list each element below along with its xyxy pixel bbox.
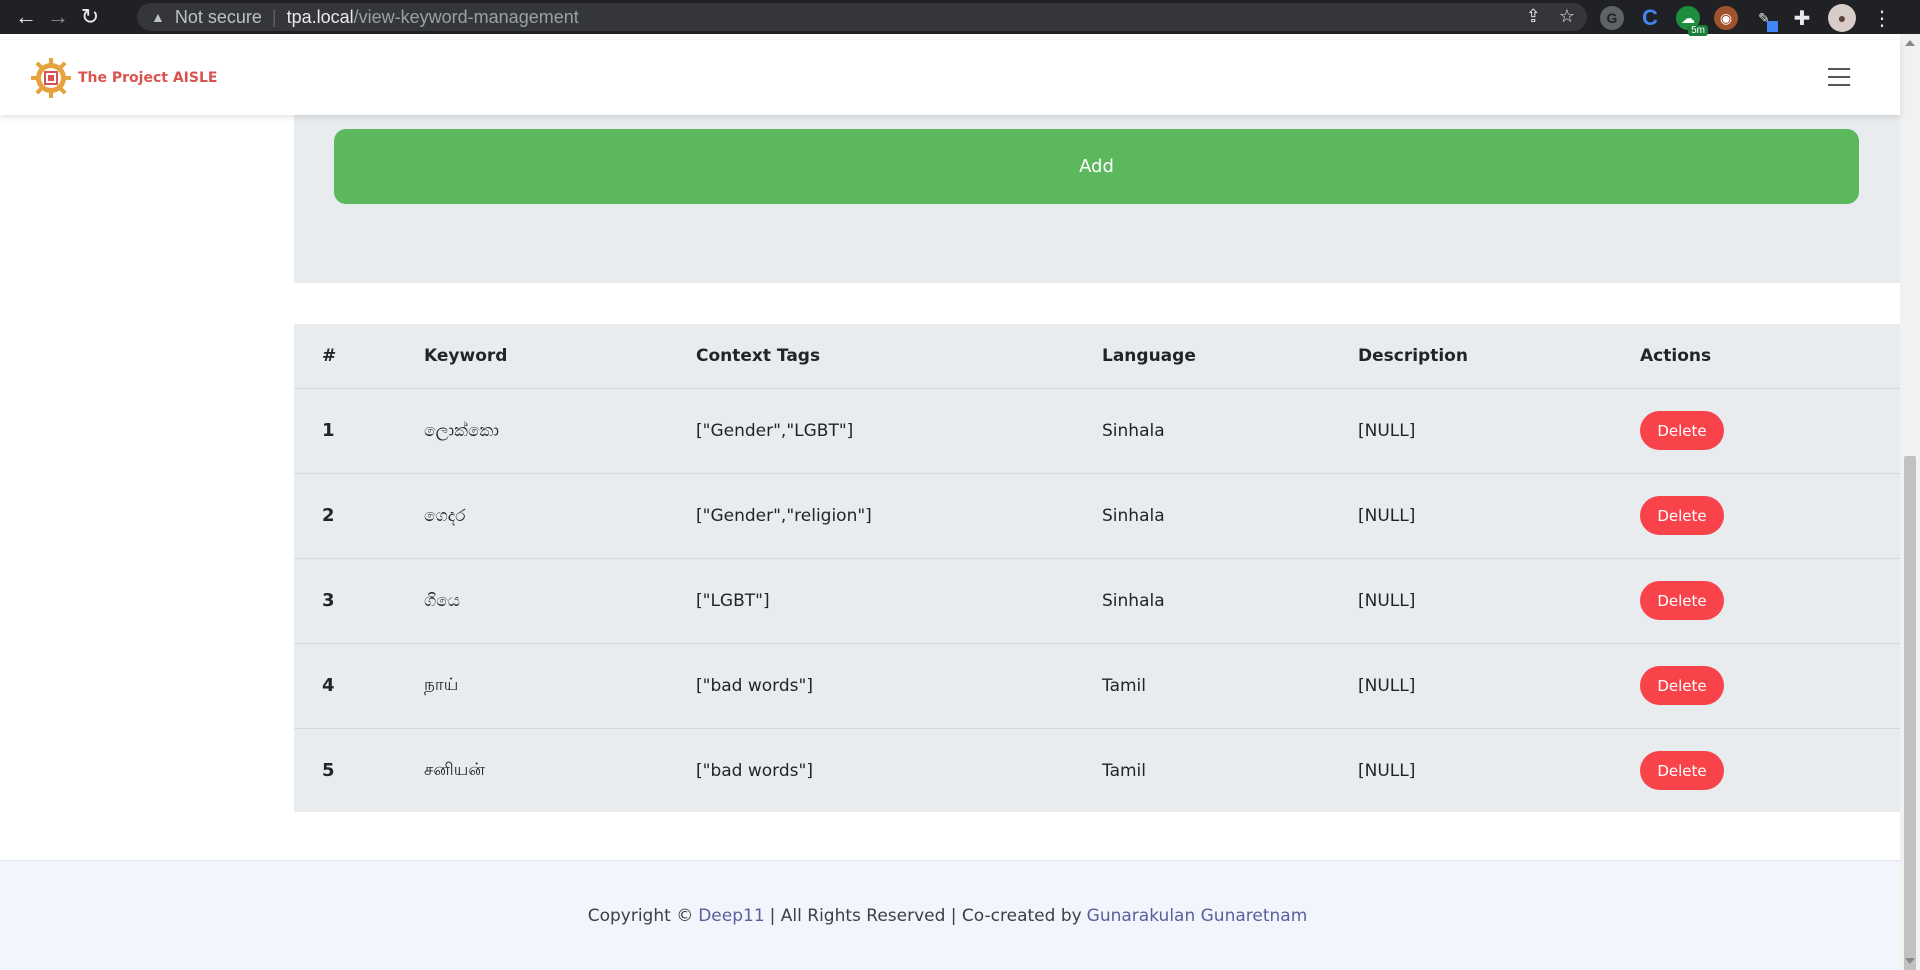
row-description: [NULL] [1358,388,1640,474]
hamburger-menu-icon[interactable] [1828,68,1850,86]
keywords-table: # Keyword Context Tags Language Descript… [294,324,1900,812]
scroll-up-arrow-icon[interactable] [1905,40,1915,46]
pen-extension-icon[interactable]: ✎ [1752,6,1778,32]
row-description: [NULL] [1358,643,1640,729]
extension-badge: 5m [1688,25,1708,36]
omnibox-actions: ⇪ ☆ [1526,6,1575,27]
footer-copyright: Copyright © [587,905,694,926]
kebab-menu-icon[interactable]: ⋮ [1870,6,1894,30]
c-extension-icon[interactable]: C [1638,5,1662,30]
row-number: 2 [294,473,424,559]
row-context-tags: ["LGBT"] [696,558,1102,644]
table-row: 3 ගියෙ ["LGBT"] Sinhala [NULL] Delete [294,558,1900,644]
keyword-form-card: Add [294,106,1900,283]
table-header-row: # Keyword Context Tags Language Descript… [294,324,1900,389]
table-row: 5 சனியன் ["bad words"] Tamil [NULL] Dele… [294,728,1900,813]
row-keyword: ලොක්කො [424,388,696,474]
row-actions-cell: Delete [1640,473,1900,559]
delete-button[interactable]: Delete [1640,581,1724,620]
logo-text: The Project AISLE [78,69,218,86]
row-number: 5 [322,760,335,782]
row-language: Tamil [1102,760,1146,781]
row-actions-cell: Delete [1640,728,1900,813]
column-header-keyword: Keyword [424,324,696,389]
row-language: Tamil [1102,643,1358,729]
grammarly-extension-icon[interactable]: G [1600,6,1624,30]
table-row: 1 ලොක්කො ["Gender","LGBT"] Sinhala [NULL… [294,388,1900,474]
row-context-tags: ["Gender","religion"] [696,473,1102,559]
warning-triangle-icon: ▲ [151,9,165,25]
reload-icon[interactable]: ↻ [74,1,106,33]
delete-button[interactable]: Delete [1640,666,1724,705]
footer-rights-text: | All Rights Reserved | Co-created by [769,905,1082,926]
footer-author-link[interactable]: Gunarakulan Gunaretnam [1087,906,1308,926]
column-header-actions: Actions [1640,324,1900,389]
row-keyword: ගියෙ [424,558,696,644]
row-keyword: நாய் [424,643,696,729]
table-row: 4 நாய் ["bad words"] Tamil [NULL] Delete [294,643,1900,729]
row-keyword: ගෙදර [424,473,696,559]
scroll-down-arrow-icon[interactable] [1905,958,1915,964]
browser-toolbar: ← → ↻ ▲ Not secure | tpa.local/view-keyw… [0,0,1920,36]
forward-arrow-icon[interactable]: → [42,1,74,33]
row-actions-cell: Delete [1640,558,1900,644]
bookmark-star-icon[interactable]: ☆ [1559,6,1575,27]
row-number: 1 [294,388,424,474]
extensions-bar: G C ☁ 5m ◉ ✎ ✚ ● ⋮ [1600,4,1894,36]
row-actions-cell: Delete [1640,643,1900,729]
row-description: [NULL] [1358,558,1640,644]
row-context-tags: ["bad words"] [696,760,813,781]
delete-button[interactable]: Delete [1640,751,1724,791]
delete-button[interactable]: Delete [1640,411,1724,450]
address-bar[interactable]: ▲ Not secure | tpa.local/view-keyword-ma… [137,3,1587,31]
delete-button[interactable]: Delete [1640,496,1724,535]
column-header-language: Language [1102,324,1358,389]
row-keyword: சனியன் [424,759,485,780]
share-icon[interactable]: ⇪ [1526,6,1541,27]
row-number: 3 [294,558,424,644]
page-scrollbar[interactable] [1900,34,1920,970]
footer-company-link[interactable]: Deep11 [698,906,764,926]
row-actions-cell: Delete [1640,388,1900,474]
address-separator: | [271,6,277,27]
row-description: [NULL] [1358,473,1640,559]
row-description: [NULL] [1358,760,1416,781]
row-language: Sinhala [1102,388,1358,474]
row-number: 4 [294,643,424,729]
cloud-extension-icon[interactable]: ☁ 5m [1676,6,1708,36]
table-row: 2 ගෙදර ["Gender","religion"] Sinhala [NU… [294,473,1900,559]
back-arrow-icon[interactable]: ← [10,1,42,33]
row-language: Sinhala [1102,473,1358,559]
add-button[interactable]: Add [334,129,1859,204]
puzzle-extensions-icon[interactable]: ✚ [1790,6,1814,30]
column-header-context-tags: Context Tags [696,324,1102,389]
profile-avatar-icon[interactable]: ● [1828,4,1856,32]
url-host: tpa.local [286,6,354,27]
column-header-description: Description [1358,324,1640,389]
row-language: Sinhala [1102,558,1358,644]
page-footer: Copyright © Deep11 | All Rights Reserved… [0,860,1900,970]
logo[interactable]: The Project AISLE [30,57,217,99]
gear-logo-icon [31,57,71,98]
owl-extension-icon[interactable]: ◉ [1714,6,1738,30]
url-path: /view-keyword-management [353,6,579,27]
scrollbar-thumb[interactable] [1904,456,1916,970]
app-header: The Project AISLE [0,40,1900,115]
row-context-tags: ["Gender","LGBT"] [696,388,1102,474]
column-header-number: # [294,324,424,389]
security-status[interactable]: Not secure [175,7,262,28]
row-context-tags: ["bad words"] [696,643,1102,729]
